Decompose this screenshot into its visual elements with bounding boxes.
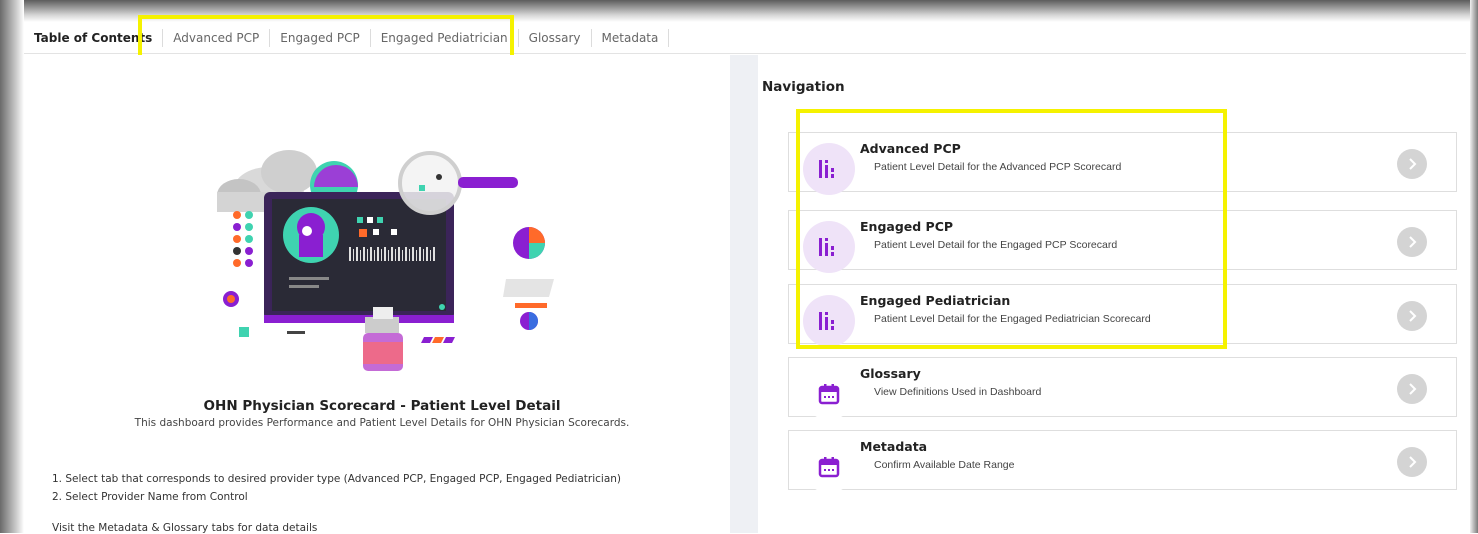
chevron-right-icon[interactable] bbox=[1397, 374, 1427, 404]
nav-card-description: Patient Level Detail for the Engaged PCP… bbox=[874, 239, 1118, 251]
nav-card-title: Engaged Pediatrician bbox=[860, 293, 1011, 308]
calendar-icon bbox=[803, 441, 855, 493]
nav-card-description: Confirm Available Date Range bbox=[874, 459, 1015, 471]
nav-card-glossary[interactable]: Glossary View Definitions Used in Dashbo… bbox=[788, 357, 1457, 420]
panel-divider bbox=[730, 55, 758, 533]
instruction-note: Visit the Metadata & Glossary tabs for d… bbox=[52, 522, 318, 534]
tab-separator-end bbox=[668, 28, 689, 47]
bar-chart-icon bbox=[803, 295, 855, 347]
tab-glossary[interactable]: Glossary bbox=[517, 28, 591, 47]
nav-card-description: Patient Level Detail for the Advanced PC… bbox=[874, 161, 1122, 173]
dashboard-illustration bbox=[217, 150, 554, 371]
nav-card-advanced-pcp[interactable]: Advanced PCP Patient Level Detail for th… bbox=[788, 132, 1457, 195]
nav-card-title: Engaged PCP bbox=[860, 219, 954, 234]
chevron-right-icon[interactable] bbox=[1397, 301, 1427, 331]
chevron-right-icon[interactable] bbox=[1397, 227, 1427, 257]
calendar-icon bbox=[803, 368, 855, 420]
nav-card-title: Metadata bbox=[860, 439, 928, 454]
instruction-step-1: 1. Select tab that corresponds to desire… bbox=[52, 473, 622, 485]
contents-panel: OHN Physician Scorecard - Patient Level … bbox=[24, 55, 730, 534]
instruction-step-2: 2. Select Provider Name from Control bbox=[52, 491, 248, 503]
nav-card-metadata[interactable]: Metadata Confirm Available Date Range bbox=[788, 430, 1457, 493]
bar-chart-icon bbox=[803, 221, 855, 273]
window-shadow-right bbox=[1470, 0, 1478, 533]
navigation-heading: Navigation bbox=[762, 79, 845, 95]
nav-card-description: Patient Level Detail for the Engaged Ped… bbox=[874, 313, 1151, 325]
nav-card-title: Advanced PCP bbox=[860, 141, 961, 156]
nav-card-description: View Definitions Used in Dashboard bbox=[874, 386, 1042, 398]
page-subtitle: This dashboard provides Performance and … bbox=[134, 417, 630, 429]
tab-advanced-pcp[interactable]: Advanced PCP bbox=[162, 28, 269, 47]
tab-engaged-pcp[interactable]: Engaged PCP bbox=[269, 28, 369, 47]
window-shadow-left bbox=[0, 0, 24, 533]
page-title: OHN Physician Scorecard - Patient Level … bbox=[203, 398, 561, 414]
nav-card-engaged-pediatrician[interactable]: Engaged Pediatrician Patient Level Detai… bbox=[788, 284, 1457, 347]
tab-engaged-pediatrician[interactable]: Engaged Pediatrician bbox=[369, 28, 518, 47]
bar-chart-icon bbox=[803, 143, 855, 195]
navigation-panel: Navigation Advanced PCP Patient Level De… bbox=[758, 55, 1466, 533]
window-shadow-top bbox=[0, 0, 1478, 22]
tab-table-of-contents[interactable]: Table of Contents bbox=[24, 29, 162, 47]
nav-card-engaged-pcp[interactable]: Engaged PCP Patient Level Detail for the… bbox=[788, 210, 1457, 273]
chevron-right-icon[interactable] bbox=[1397, 149, 1427, 179]
app-window: Table of Contents Advanced PCP Engaged P… bbox=[0, 0, 1478, 534]
chevron-right-icon[interactable] bbox=[1397, 447, 1427, 477]
sheet-tab-bar: Table of Contents Advanced PCP Engaged P… bbox=[24, 22, 1466, 54]
nav-card-title: Glossary bbox=[860, 366, 921, 381]
tab-metadata[interactable]: Metadata bbox=[590, 28, 669, 47]
